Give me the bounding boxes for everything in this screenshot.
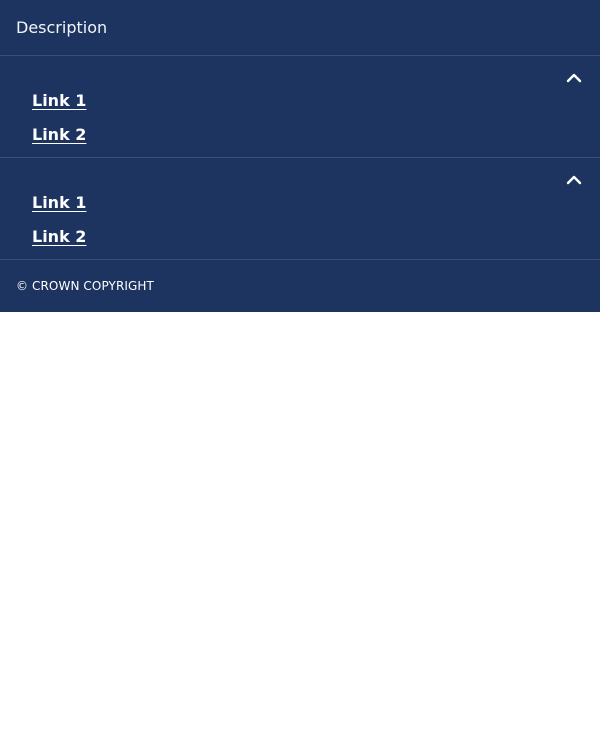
copyright-bar: © CROWN COPYRIGHT <box>0 260 600 312</box>
section-1-link-1[interactable]: Link 1 <box>32 84 86 118</box>
footer-section-1: Link 1 Link 2 <box>0 56 600 158</box>
site-footer: Description Link 1 Link 2 Link 1 Link 2 … <box>0 0 600 312</box>
chevron-up-icon <box>566 73 582 83</box>
section-2-link-2[interactable]: Link 2 <box>32 220 86 254</box>
section-2-collapse-button[interactable] <box>562 168 586 192</box>
copyright-text: © CROWN COPYRIGHT <box>16 279 154 293</box>
description-text: Description <box>16 18 108 37</box>
section-2-link-1[interactable]: Link 1 <box>32 186 86 220</box>
section-1-collapse-button[interactable] <box>562 66 586 90</box>
footer-section-2: Link 1 Link 2 <box>0 158 600 260</box>
footer-description: Description <box>0 0 600 56</box>
chevron-up-icon <box>566 175 582 185</box>
section-1-link-2[interactable]: Link 2 <box>32 118 86 152</box>
